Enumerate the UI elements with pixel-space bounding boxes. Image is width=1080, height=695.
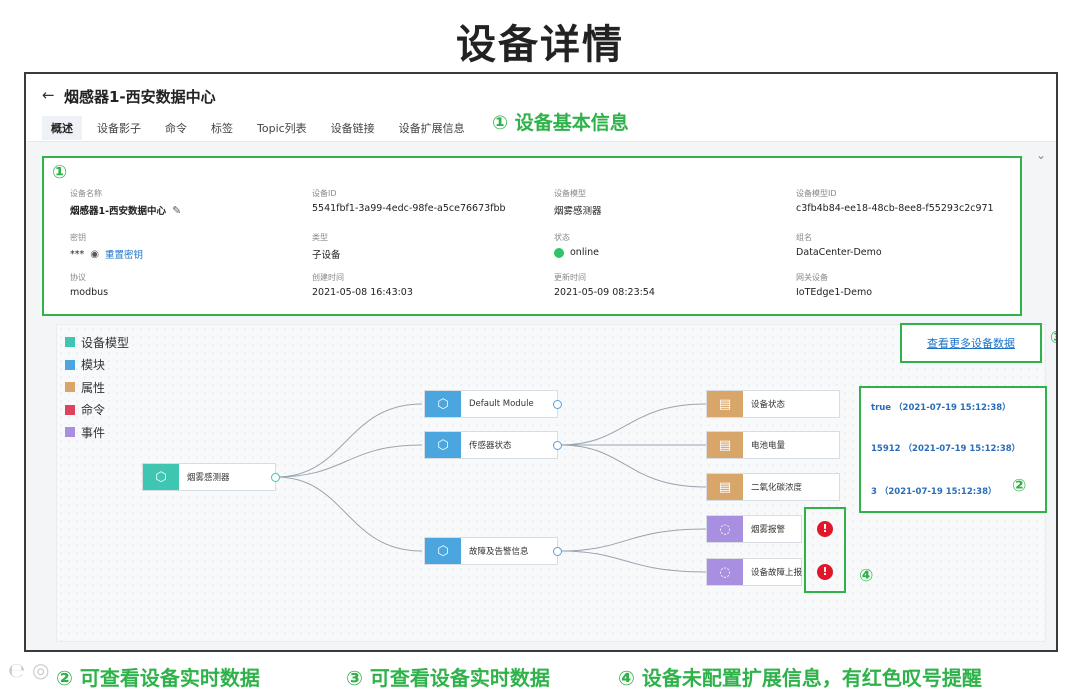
node-event-fault-report[interactable]: ◌ 设备故障上报 bbox=[706, 558, 802, 586]
realtime-value: true （2021-07-19 15:12:38） bbox=[871, 403, 1011, 413]
cube-icon: ⬡ bbox=[425, 391, 461, 417]
node-port[interactable] bbox=[553, 547, 562, 556]
property-icon: ▤ bbox=[707, 432, 743, 458]
node-property-battery[interactable]: ▤ 电池电量 bbox=[706, 431, 840, 459]
graph-connectors bbox=[275, 403, 707, 573]
view-more-data-link[interactable]: 查看更多设备数据 bbox=[900, 323, 1042, 363]
callout-badge-2: ② bbox=[1012, 476, 1027, 496]
connector-line bbox=[275, 476, 423, 552]
caption-realtime-data-2: ② 可查看设备实时数据 bbox=[56, 666, 260, 690]
realtime-value: 15912 （2021-07-19 15:12:38） bbox=[871, 444, 1021, 454]
connector-line bbox=[559, 550, 707, 573]
cube-icon: ⬡ bbox=[143, 464, 179, 490]
device-detail-window: ← 烟感器1-西安数据中心 概述 设备影子 命令 标签 Topic列表 设备链接… bbox=[24, 72, 1058, 652]
connector-line bbox=[275, 403, 423, 478]
event-icon: ◌ bbox=[707, 516, 743, 542]
connector-line bbox=[275, 444, 423, 478]
node-port[interactable] bbox=[553, 441, 562, 450]
watermark-logo: ℮ ◎ bbox=[8, 658, 50, 682]
alert-highlight-box: ! ! bbox=[804, 507, 846, 593]
node-module-fault-alarm[interactable]: ⬡ 故障及告警信息 bbox=[424, 537, 562, 565]
cube-icon: ⬡ bbox=[425, 432, 461, 458]
property-icon: ▤ bbox=[707, 474, 743, 500]
callout-badge-3: ③ bbox=[1050, 328, 1056, 348]
cube-icon: ⬡ bbox=[425, 538, 461, 564]
node-module-sensor-status[interactable]: ⬡ 传感器状态 bbox=[424, 431, 562, 459]
alert-icon[interactable]: ! bbox=[817, 521, 833, 537]
node-event-smoke-alarm[interactable]: ◌ 烟雾报警 bbox=[706, 515, 802, 543]
caption-realtime-data-3: ③ 可查看设备实时数据 bbox=[346, 666, 550, 690]
slide-title: 设备详情 bbox=[456, 22, 624, 68]
node-port[interactable] bbox=[271, 473, 280, 482]
event-icon: ◌ bbox=[707, 559, 743, 585]
alert-icon[interactable]: ! bbox=[817, 564, 833, 580]
property-icon: ▤ bbox=[707, 391, 743, 417]
realtime-value: 3 （2021-07-19 15:12:38） bbox=[871, 487, 997, 497]
connector-line bbox=[559, 444, 707, 488]
node-property-device-status[interactable]: ▤ 设备状态 bbox=[706, 390, 840, 418]
node-property-co2[interactable]: ▤ 二氧化碳浓度 bbox=[706, 473, 840, 501]
connector-line bbox=[559, 403, 707, 446]
caption-no-extended-info: ④ 设备未配置扩展信息，有红色叹号提醒 bbox=[618, 666, 982, 690]
node-port[interactable] bbox=[553, 400, 562, 409]
connector-line bbox=[559, 528, 707, 552]
node-device-model[interactable]: ⬡ 烟雾感测器 bbox=[142, 463, 280, 491]
callout-badge-4: ④ bbox=[859, 566, 874, 586]
node-module-default[interactable]: ⬡ Default Module bbox=[424, 390, 562, 418]
